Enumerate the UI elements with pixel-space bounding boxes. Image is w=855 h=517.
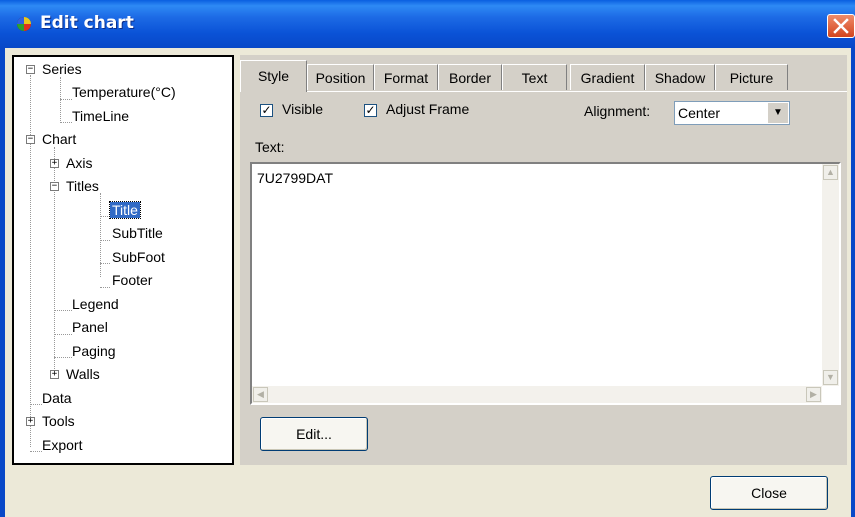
scroll-up-icon[interactable]: ▲: [823, 165, 838, 180]
expand-icon[interactable]: +: [50, 159, 59, 168]
tree-line: [100, 240, 110, 241]
visible-checkbox[interactable]: ✓: [260, 104, 273, 117]
tab-shadow[interactable]: Shadow: [645, 64, 715, 90]
close-button[interactable]: Close: [710, 476, 828, 510]
title-bar: Edit chart: [0, 0, 855, 48]
settings-tree[interactable]: − − + − + + Series Temperature(°C) TimeL…: [12, 55, 234, 465]
collapse-icon[interactable]: −: [26, 135, 35, 144]
alignment-value: Center: [678, 105, 721, 121]
tree-line: [60, 99, 72, 100]
visible-label: Visible: [282, 101, 323, 117]
tree-item-panel[interactable]: Panel: [72, 319, 108, 335]
tree-item-subfoot[interactable]: SubFoot: [112, 249, 165, 265]
tree-item-walls[interactable]: Walls: [66, 366, 100, 382]
close-icon: [833, 18, 849, 34]
tree-item-axis[interactable]: Axis: [66, 155, 92, 171]
tree-item-series[interactable]: Series: [42, 61, 82, 77]
tree-line: [54, 310, 72, 311]
alignment-label: Alignment:: [584, 103, 651, 119]
tree-item-data[interactable]: Data: [42, 390, 72, 406]
title-text-area[interactable]: 7U2799DAT ▲ ▼ ◀ ▶: [250, 162, 841, 405]
tab-format[interactable]: Format: [374, 64, 438, 90]
expand-icon[interactable]: +: [26, 417, 35, 426]
adjust-frame-checkbox[interactable]: ✓: [364, 104, 377, 117]
title-close-button[interactable]: [827, 14, 855, 38]
tree-line: [60, 77, 61, 123]
tree-item-temperature[interactable]: Temperature(°C): [72, 84, 176, 100]
collapse-icon[interactable]: −: [50, 182, 59, 191]
tab-position[interactable]: Position: [307, 64, 374, 90]
edit-button[interactable]: Edit...: [260, 417, 368, 451]
horizontal-scrollbar[interactable]: ◀ ▶: [252, 386, 822, 403]
window-title: Edit chart: [40, 13, 134, 33]
tree-line: [60, 122, 72, 123]
vertical-scrollbar[interactable]: ▲ ▼: [822, 164, 839, 386]
tree-item-timeline[interactable]: TimeLine: [72, 108, 129, 124]
tree-line: [30, 451, 42, 452]
scroll-left-icon[interactable]: ◀: [253, 387, 268, 402]
collapse-icon[interactable]: −: [26, 65, 35, 74]
tree-line: [54, 334, 72, 335]
scroll-right-icon[interactable]: ▶: [806, 387, 821, 402]
tree-item-export[interactable]: Export: [42, 437, 82, 453]
app-icon: [17, 17, 31, 31]
tree-line: [100, 193, 101, 277]
tab-gradient[interactable]: Gradient: [570, 64, 645, 90]
tree-line: [100, 216, 110, 217]
properties-panel: Style Position Format Border Text Gradie…: [240, 55, 847, 465]
tab-text[interactable]: Text: [502, 64, 567, 90]
tree-item-paging[interactable]: Paging: [72, 343, 116, 359]
tree-item-titles[interactable]: Titles: [66, 178, 99, 194]
tree-line: [30, 75, 31, 447]
tree-item-legend[interactable]: Legend: [72, 296, 119, 312]
tree-item-tools[interactable]: Tools: [42, 413, 75, 429]
tree-line: [100, 287, 110, 288]
tab-border[interactable]: Border: [438, 64, 502, 90]
chevron-down-icon[interactable]: ▼: [768, 103, 788, 123]
alignment-select[interactable]: Center ▼: [674, 101, 790, 125]
tree-item-footer[interactable]: Footer: [112, 272, 152, 288]
adjust-frame-label: Adjust Frame: [386, 101, 470, 117]
expand-icon[interactable]: +: [50, 370, 59, 379]
tree-item-title[interactable]: Title: [109, 201, 141, 219]
style-tab-page: ✓ Visible ✓ Adjust Frame Alignment: Cent…: [240, 91, 847, 466]
text-label: Text:: [255, 139, 285, 155]
tree-line: [54, 357, 72, 358]
tab-strip: Style Position Format Border Text Gradie…: [240, 60, 847, 92]
title-text-value: 7U2799DAT: [257, 170, 334, 186]
tree-item-subtitle[interactable]: SubTitle: [112, 225, 163, 241]
tab-picture[interactable]: Picture: [715, 64, 788, 90]
tree-line: [30, 404, 42, 405]
tree-line: [100, 263, 110, 264]
tree-item-chart[interactable]: Chart: [42, 131, 76, 147]
scroll-down-icon[interactable]: ▼: [823, 370, 838, 385]
tab-style[interactable]: Style: [240, 60, 307, 92]
